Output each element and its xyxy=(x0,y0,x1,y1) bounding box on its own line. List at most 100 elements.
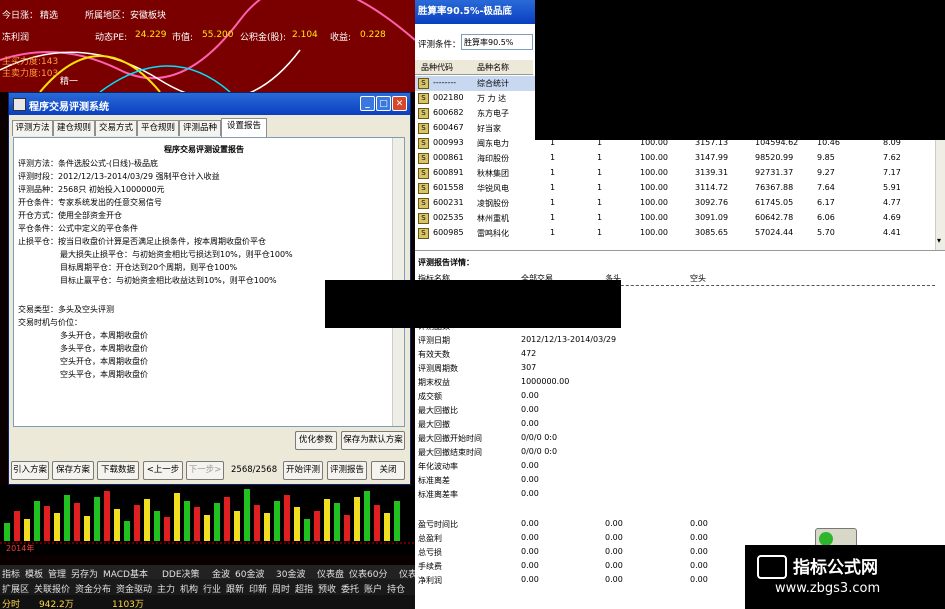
table-row[interactable]: S 601558 华锐风电 1 1 100.00 3114.72 76367.88 7.64 5.… xyxy=(415,181,935,196)
volume-bar xyxy=(74,503,80,541)
table-cell: 9.27 xyxy=(817,168,835,177)
bottom-tab[interactable]: DDE决策 xyxy=(162,567,200,580)
stock-icon: S xyxy=(418,153,429,164)
minimize-icon[interactable]: _ xyxy=(360,96,375,111)
bottom-tab[interactable]: 委托 xyxy=(341,582,359,595)
bottom-tab[interactable]: MACD基本 xyxy=(103,567,148,580)
bottom-tab[interactable]: 跟新 xyxy=(226,582,244,595)
table-cell: 100.00 xyxy=(640,153,668,162)
prev-button[interactable]: <上一步 xyxy=(143,461,183,480)
volume-bars xyxy=(0,489,415,544)
bottom-tab[interactable]: 账户 xyxy=(364,582,382,595)
table-row[interactable]: S 000861 海印股份 1 1 100.00 3147.99 98520.99 9.85 7.… xyxy=(415,151,935,166)
condition-select[interactable]: 胜算率90.5% xyxy=(461,34,533,50)
bottom-tab[interactable]: 另存为 xyxy=(71,567,98,580)
stock-icon: S xyxy=(418,78,429,89)
column-header-code[interactable]: 品种代码 xyxy=(421,62,453,73)
import-button[interactable]: 引入方案 xyxy=(11,461,49,480)
bottom-tab[interactable]: 印新 xyxy=(249,582,267,595)
table-row[interactable]: S 600985 雷鸣科化 1 1 100.00 3085.65 57024.44 5.70 4.… xyxy=(415,226,935,241)
report-line: 多头平仓，本周期收盘价 xyxy=(60,344,148,353)
bottom-tab[interactable]: 预收 xyxy=(318,582,336,595)
bottom-tab[interactable]: 行业 xyxy=(203,582,221,595)
result-titlebar[interactable]: 胜算率90.5%-极品底 xyxy=(415,0,537,24)
volume-bar xyxy=(254,505,260,541)
bottom-tab[interactable]: 机构 xyxy=(180,582,198,595)
bottom-tab[interactable]: 1103万 xyxy=(112,597,144,609)
bottom-tab[interactable]: 仪表盘 xyxy=(317,567,344,580)
detail-cell: 总亏损 xyxy=(418,548,442,557)
bottom-tab[interactable]: 资金驱动 xyxy=(116,582,152,595)
table-cell: 6.06 xyxy=(817,213,835,222)
table-row[interactable]: S 600231 凌钢股份 1 1 100.00 3092.76 61745.05 6.17 4.… xyxy=(415,196,935,211)
table-cell: 5.70 xyxy=(817,228,835,237)
next-button[interactable]: 下一步> xyxy=(186,461,224,480)
volume-bar xyxy=(154,511,160,541)
table-cell: 3114.72 xyxy=(695,183,729,192)
stock-icon: S xyxy=(418,138,429,149)
report-line: 多头开仓，本周期收盘价 xyxy=(60,331,148,340)
detail-cell: 有效天数 xyxy=(418,350,450,359)
volume-bar xyxy=(84,516,90,541)
scroll-down-icon[interactable]: ▾ xyxy=(937,236,941,245)
tab-eval-method[interactable]: 评测方法 xyxy=(12,120,53,136)
column-header-name[interactable]: 品种名称 xyxy=(477,62,509,73)
download-button[interactable]: 下载数据 xyxy=(97,461,139,480)
save-scheme-button[interactable]: 保存方案 xyxy=(52,461,94,480)
maximize-icon[interactable]: □ xyxy=(376,96,391,111)
bottom-tab[interactable]: 持仓 xyxy=(387,582,405,595)
bottom-tab[interactable]: 指标 xyxy=(2,567,20,580)
bottom-tab[interactable]: 模板 xyxy=(25,567,43,580)
tab-close-rule[interactable]: 平仓规则 xyxy=(137,120,179,136)
save-default-button[interactable]: 保存为默认方案 xyxy=(341,431,405,450)
bottom-tab[interactable]: 关联报价 xyxy=(34,582,70,595)
tab-build-rule[interactable]: 建仓规则 xyxy=(53,120,95,136)
table-cell: 1 xyxy=(597,198,603,207)
table-row[interactable]: S 002535 林州重机 1 1 100.00 3091.09 60642.78 6.06 4.… xyxy=(415,211,935,226)
table-cell: 1 xyxy=(597,168,603,177)
volume-bar xyxy=(234,511,240,541)
bottom-tab[interactable]: 仪表60分 xyxy=(349,567,387,580)
report-line: 目标止赢平仓：与初始资金相比收益达到10%，则平仓100% xyxy=(60,276,277,285)
table-row[interactable]: S 600891 秋林集团 1 1 100.00 3139.31 92731.37 9.27 7.… xyxy=(415,166,935,181)
detail-cell: 最大回撤结束时间 xyxy=(418,448,482,457)
detail-cell: 0.00 xyxy=(521,547,539,556)
dialog-titlebar[interactable]: 程序交易评测系统 _ □ ✕ xyxy=(9,93,410,115)
bottom-tab[interactable]: 超指 xyxy=(295,582,313,595)
bottom-tab[interactable]: 942.2万 xyxy=(39,597,74,609)
table-cell: 600231 xyxy=(433,198,464,207)
volume-bar xyxy=(34,501,40,541)
table-cell: 100.00 xyxy=(640,183,668,192)
eval-report-button[interactable]: 评测报告 xyxy=(327,461,367,480)
bottom-tab[interactable]: 仪表30分 xyxy=(399,567,415,580)
close-button[interactable]: 关闭 xyxy=(371,461,405,480)
table-cell: 600467 xyxy=(433,123,464,132)
bottom-tab[interactable]: 分时 xyxy=(2,597,20,609)
tab-set-report[interactable]: 设置报告 xyxy=(221,118,267,137)
volume-bar xyxy=(264,513,270,541)
detail-cell: 成交额 xyxy=(418,392,442,401)
bottom-tab[interactable]: 扩展区 xyxy=(2,582,29,595)
optimize-button[interactable]: 优化参数 xyxy=(295,431,337,450)
bottom-tab[interactable]: 主力 xyxy=(157,582,175,595)
close-icon[interactable]: ✕ xyxy=(392,96,407,111)
volume-bar xyxy=(324,499,330,541)
detail-cell: 0.00 xyxy=(605,575,623,584)
volume-bar xyxy=(124,521,130,541)
tab-trade-mode[interactable]: 交易方式 xyxy=(95,120,137,136)
income-label: 收益: xyxy=(330,33,352,43)
bottom-tab[interactable]: 60金波 xyxy=(235,567,264,580)
detail-cell: 0.00 xyxy=(690,575,708,584)
stock-icon: S xyxy=(418,168,429,179)
bottom-tab[interactable]: 资金分布 xyxy=(75,582,111,595)
bottom-tab[interactable]: 周时 xyxy=(272,582,290,595)
start-eval-button[interactable]: 开始评测 xyxy=(283,461,323,480)
table-cell: 1 xyxy=(597,228,603,237)
bottom-tab[interactable]: 管理 xyxy=(48,567,66,580)
tab-eval-variety[interactable]: 评测品种 xyxy=(179,120,221,136)
bottom-tab[interactable]: 金波 xyxy=(212,567,230,580)
detail-cell: 手续费 xyxy=(418,562,442,571)
detail-cell: 0.00 xyxy=(521,489,539,498)
bottom-tab[interactable]: 30金波 xyxy=(276,567,305,580)
volume-bar xyxy=(284,495,290,541)
